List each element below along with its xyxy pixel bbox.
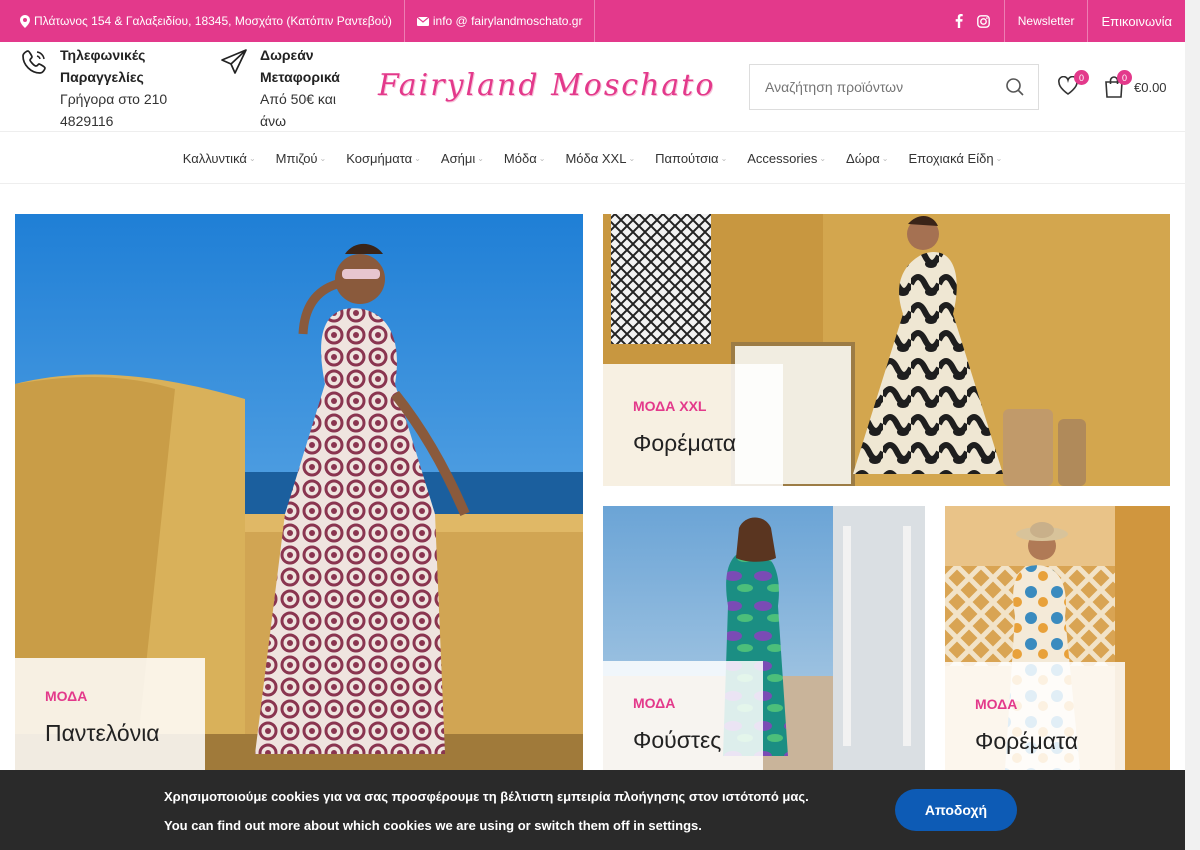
chevron-down-icon: ⌄ (538, 153, 546, 163)
phone-sub-2: 4829116 (60, 113, 114, 129)
email-link[interactable]: info @ fairylandmoschato.gr (416, 0, 595, 42)
cookie-notice: Χρησιμοποιούμε cookies για να σας προσφέ… (0, 770, 1185, 850)
top-bar: Πλάτωνος 154 & Γαλαξειδίου, 18345, Μοσχά… (0, 0, 1185, 42)
banner-category: ΜΟΔΑ (633, 695, 676, 711)
nav-item-fashion-xxl[interactable]: Μόδα XXL ⌄ (555, 151, 645, 166)
chevron-down-icon: ⌄ (319, 153, 327, 163)
ship-sub-1: Από 50€ και (260, 91, 336, 107)
chevron-down-icon: ⌄ (628, 153, 636, 163)
cookie-line-1: Χρησιμοποιούμε cookies για να σας προσφέ… (164, 789, 809, 804)
banner-caption: ΜΟΔΑ XXL Φορέματα (603, 364, 783, 486)
accept-cookies-button[interactable]: Αποδοχή (895, 789, 1017, 831)
nav-label: Μπιζού (275, 150, 318, 166)
envelope-icon (416, 16, 429, 26)
social-links (941, 0, 1004, 42)
email-text: info @ fairylandmoschato.gr (432, 14, 583, 28)
banner-caption: ΜΟΔΑ Παντελόνια (15, 658, 205, 770)
cookie-line-2: You can find out more about which cookie… (164, 818, 702, 833)
nav-item-accessories[interactable]: Accessories ⌄ (737, 151, 836, 166)
facebook-icon[interactable] (955, 14, 963, 28)
ship-title-2: Μεταφορικά (260, 69, 340, 85)
banner-skirts[interactable]: ΜΟΔΑ Φούστες (603, 506, 925, 770)
phone-sub-1: Γρήγορα στο 210 (60, 91, 168, 107)
search-box (749, 64, 1039, 110)
nav-label: Εποχιακά Είδη (908, 150, 994, 166)
map-pin-icon (20, 14, 30, 28)
banner-caption: ΜΟΔΑ Φορέματα (945, 662, 1125, 770)
page-scrollbar[interactable] (1185, 0, 1200, 850)
nav-item-shoes[interactable]: Παπούτσια ⌄ (645, 151, 737, 166)
cookie-message: Χρησιμοποιούμε cookies για να σας προσφέ… (164, 782, 809, 840)
cart-total: €0.00 (1134, 79, 1167, 95)
search-button[interactable] (992, 65, 1038, 109)
nav-label: Κοσμήματα (346, 150, 413, 166)
search-icon (1006, 78, 1024, 96)
nav-label: Accessories (747, 150, 818, 166)
banner-title[interactable]: Φορέματα (975, 728, 1095, 755)
wishlist-button[interactable]: 0 (1057, 70, 1089, 100)
nav-label: Μόδα XXL (565, 150, 627, 166)
main-navigation: Καλλυντικά ⌄ Μπιζού ⌄ Κοσμήματα ⌄ Ασήμι ⌄ Μό… (0, 133, 1185, 184)
banner-title[interactable]: Φούστες (633, 727, 733, 754)
site-logo[interactable]: Fairyland Moschato (378, 68, 715, 103)
banner-category: ΜΟΔΑ (975, 696, 1018, 712)
chevron-down-icon: ⌄ (720, 153, 728, 163)
contact-link[interactable]: Επικοινωνία (1087, 0, 1185, 42)
chevron-down-icon: ⌄ (819, 153, 827, 163)
newsletter-link[interactable]: Newsletter (1003, 0, 1088, 42)
nav-label: Μόδα (503, 150, 537, 166)
nav-label: Παπούτσια (655, 150, 719, 166)
phone-title-2: Παραγγελίες (60, 69, 144, 85)
phone-title-1: Τηλεφωνικές (60, 47, 146, 63)
nav-label: Δώρα (846, 150, 880, 166)
instagram-icon[interactable] (976, 14, 990, 28)
chevron-down-icon: ⌄ (881, 153, 889, 163)
nav-item-bijou[interactable]: Μπιζού ⌄ (266, 151, 337, 166)
chevron-down-icon: ⌄ (248, 153, 256, 163)
banner-title[interactable]: Φορέματα (633, 430, 753, 457)
nav-label: Καλλυντικά (182, 150, 247, 166)
banner-dresses[interactable]: ΜΟΔΑ Φορέματα (945, 506, 1170, 770)
banner-pants[interactable]: ΜΟΔΑ Παντελόνια (15, 214, 583, 770)
banner-category: ΜΟΔΑ XXL (633, 398, 707, 414)
phone-icon (22, 50, 46, 74)
address-link[interactable]: Πλάτωνος 154 & Γαλαξειδίου, 18345, Μοσχά… (20, 0, 404, 42)
search-input[interactable] (750, 65, 992, 109)
ship-sub-2: άνω (260, 113, 287, 129)
cart-button[interactable]: 0 €0.00 (1104, 70, 1167, 98)
chevron-down-icon: ⌄ (995, 153, 1003, 163)
paper-plane-icon (221, 49, 247, 74)
chevron-down-icon: ⌄ (477, 153, 484, 163)
site-header: Τηλεφωνικές Παραγγελίες Γρήγορα στο 210 … (0, 42, 1185, 132)
banner-category: ΜΟΔΑ (45, 688, 88, 704)
banner-caption: ΜΟΔΑ Φούστες (603, 661, 763, 770)
nav-item-silver[interactable]: Ασήμι ⌄ (431, 151, 494, 166)
nav-item-seasonal[interactable]: Εποχιακά Είδη ⌄ (899, 151, 1013, 166)
free-shipping-info: Δωρεάν Μεταφορικά Από 50€ και άνω (220, 44, 340, 132)
banner-xxl-dresses[interactable]: ΜΟΔΑ XXL Φορέματα (603, 214, 1170, 486)
wishlist-count: 0 (1074, 70, 1089, 85)
nav-item-cosmetics[interactable]: Καλλυντικά ⌄ (173, 151, 266, 166)
nav-item-fashion[interactable]: Μόδα ⌄ (494, 151, 556, 166)
ship-title-1: Δωρεάν (260, 47, 314, 63)
nav-item-jewelry[interactable]: Κοσμήματα ⌄ (336, 151, 431, 166)
banner-title[interactable]: Παντελόνια (45, 720, 175, 747)
nav-label: Ασήμι (440, 150, 476, 166)
phone-orders-info: Τηλεφωνικές Παραγγελίες Γρήγορα στο 210 … (20, 44, 167, 132)
divider (594, 0, 596, 42)
address-text: Πλάτωνος 154 & Γαλαξειδίου, 18345, Μοσχά… (34, 14, 392, 28)
nav-item-gifts[interactable]: Δώρα ⌄ (836, 151, 898, 166)
cart-count: 0 (1117, 70, 1132, 85)
divider (403, 0, 405, 42)
chevron-down-icon: ⌄ (414, 153, 421, 163)
